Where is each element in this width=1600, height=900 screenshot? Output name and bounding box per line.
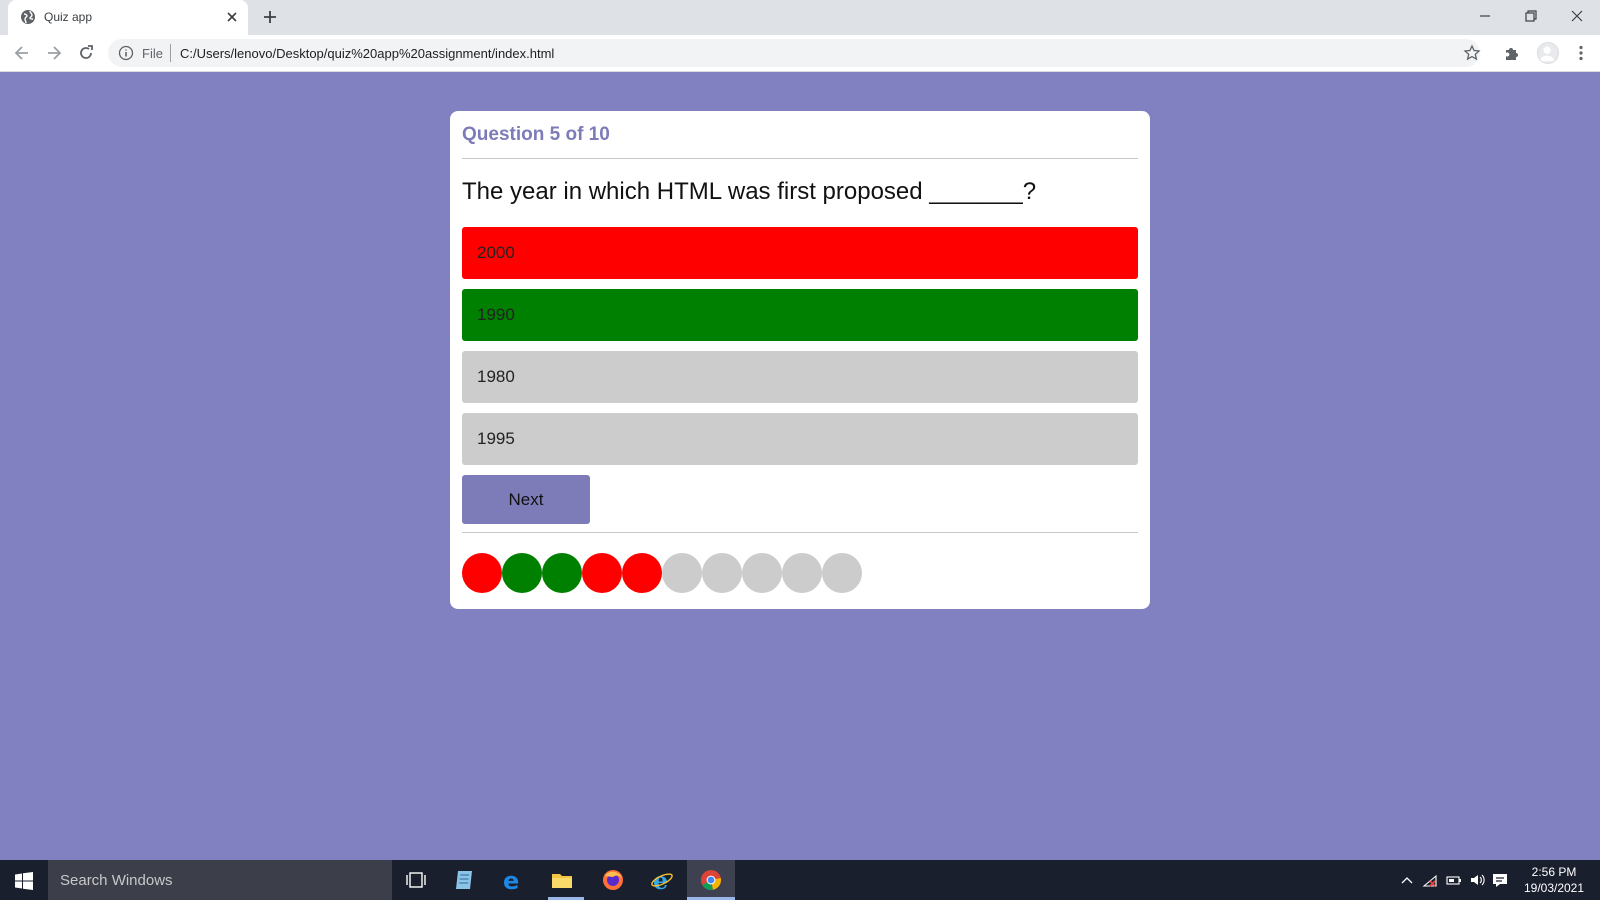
minimize-icon[interactable]	[1475, 6, 1495, 26]
new-tab-icon[interactable]	[262, 9, 278, 25]
tab-quiz-app[interactable]: Quiz app	[8, 0, 248, 35]
address-url[interactable]: C:/Users/lenovo/Desktop/quiz%20app%20ass…	[180, 46, 554, 61]
chrome-icon[interactable]	[699, 868, 723, 892]
windows-start-icon[interactable]	[15, 872, 33, 890]
windows-taskbar: Search Windows e e 2:56 PM 19/03/2021	[0, 860, 1600, 900]
quiz-card: Question 5 of 10 The year in which HTML …	[450, 111, 1150, 609]
firefox-icon[interactable]	[601, 868, 625, 892]
close-window-icon[interactable]	[1567, 6, 1587, 26]
action-center-icon[interactable]	[1492, 872, 1508, 888]
progress-dot	[782, 553, 822, 593]
question-text: The year in which HTML was first propose…	[462, 178, 1037, 205]
clock-time: 2:56 PM	[1531, 865, 1577, 879]
answer-option-4[interactable]: 1995	[462, 413, 1138, 465]
forward-icon[interactable]	[44, 43, 64, 63]
progress-dot	[622, 553, 662, 593]
show-hidden-icons-chevron-icon[interactable]	[1399, 872, 1415, 888]
next-button[interactable]: Next	[462, 475, 590, 524]
svg-text:e: e	[503, 868, 519, 892]
answer-option-1[interactable]: 2000	[462, 227, 1138, 279]
progress-dot	[502, 553, 542, 593]
taskbar-search-box[interactable]: Search Windows	[48, 860, 392, 900]
clock-date: 19/03/2021	[1523, 881, 1585, 895]
profile-avatar-icon[interactable]	[1537, 42, 1559, 64]
task-view-icon[interactable]	[404, 868, 428, 892]
globe-icon	[20, 9, 36, 25]
question-counter: Question 5 of 10	[462, 124, 610, 145]
progress-dot	[542, 553, 582, 593]
progress-dot	[742, 553, 782, 593]
answer-option-3[interactable]: 1980	[462, 351, 1138, 403]
browser-toolbar: File C:/Users/lenovo/Desktop/quiz%20app%…	[0, 35, 1600, 72]
browser-tab-strip: Quiz app	[0, 0, 1600, 35]
close-tab-icon[interactable]	[225, 10, 239, 24]
extensions-puzzle-icon[interactable]	[1503, 44, 1521, 62]
back-icon[interactable]	[12, 43, 32, 63]
header-divider	[462, 158, 1138, 159]
address-scheme: File	[142, 46, 163, 61]
file-explorer-icon[interactable]	[550, 868, 574, 892]
address-separator	[170, 44, 171, 62]
system-clock[interactable]: 2:56 PM 19/03/2021	[1519, 864, 1589, 896]
progress-dot	[702, 553, 742, 593]
search-placeholder: Search Windows	[60, 872, 173, 889]
notepad-icon[interactable]	[452, 868, 476, 892]
reload-icon[interactable]	[76, 43, 96, 63]
tab-title: Quiz app	[44, 10, 93, 24]
edge-icon[interactable]: e	[500, 867, 524, 895]
battery-icon[interactable]	[1446, 872, 1462, 888]
volume-icon[interactable]	[1469, 872, 1485, 888]
progress-divider	[462, 532, 1138, 533]
answer-option-2[interactable]: 1990	[462, 289, 1138, 341]
network-disconnected-icon[interactable]	[1422, 872, 1438, 888]
progress-dot	[462, 553, 502, 593]
progress-dot	[582, 553, 622, 593]
bookmark-star-icon[interactable]	[1463, 44, 1481, 62]
restore-icon[interactable]	[1521, 6, 1541, 26]
progress-dot	[822, 553, 862, 593]
address-bar[interactable]: File C:/Users/lenovo/Desktop/quiz%20app%…	[108, 39, 1481, 67]
progress-dot	[662, 553, 702, 593]
info-icon[interactable]	[118, 45, 134, 61]
internet-explorer-icon[interactable]: e	[650, 866, 674, 895]
more-menu-icon[interactable]	[1572, 44, 1590, 62]
